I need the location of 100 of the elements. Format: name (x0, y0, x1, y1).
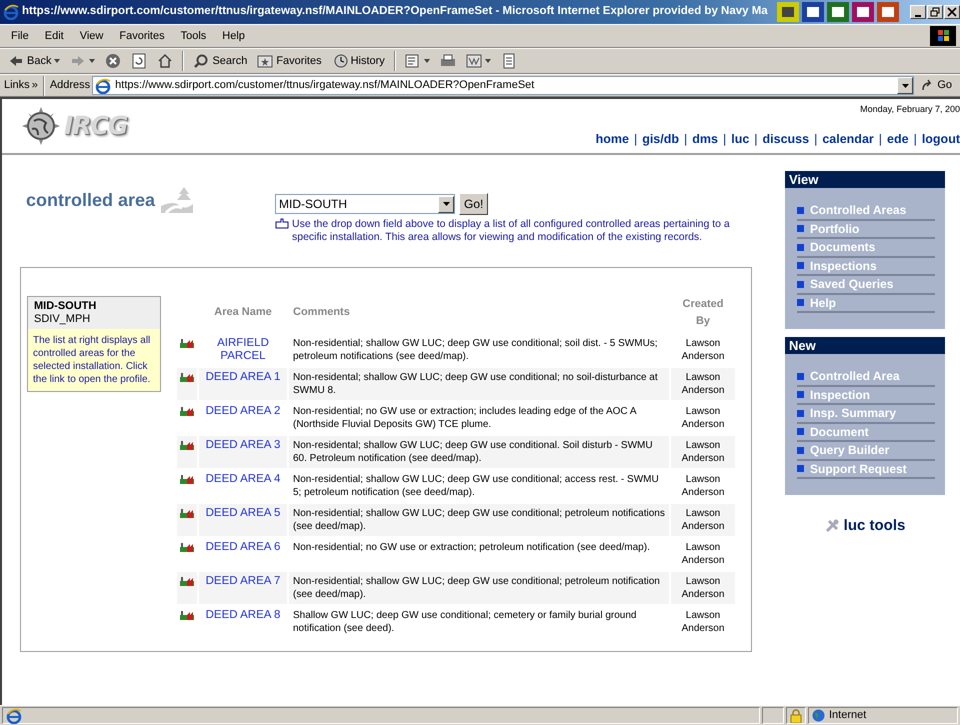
browser-icon (95, 78, 112, 94)
caret-icon (442, 202, 450, 206)
area-link[interactable]: AIRFIELD PARCEL (203, 337, 283, 363)
creator-text: Lawson Anderson (682, 406, 724, 430)
tools-icon (824, 519, 840, 534)
nav-separator: | (914, 131, 917, 148)
area-link[interactable]: DEED AREA 6 (206, 541, 280, 554)
lock-icon (790, 708, 802, 722)
back-button[interactable]: Back (4, 50, 64, 72)
close-icon (947, 7, 957, 17)
area-link[interactable]: DEED AREA 4 (206, 473, 280, 486)
caret-icon (54, 59, 60, 63)
comment-text: Non-residental; shallow GW LUC; deep GW use conditional. Soil disturb - SWMU 60. Petroleum notification (see deed/map). (293, 440, 653, 464)
factory-icon[interactable] (180, 610, 194, 620)
nav-link[interactable]: calendar (822, 130, 874, 149)
nav-separator: | (722, 131, 726, 148)
globe-logo-icon (20, 105, 62, 147)
search-button[interactable]: Search (189, 50, 252, 72)
installation-note: The list at right displays all controlled areas for the selected installation. Click the link to open the profile. (33, 335, 150, 385)
creator-text: Lawson Anderson (682, 508, 724, 532)
comment-text: Non-residential; shallow GW LUC; deep GW use conditional; soil dist. - 5 SWMUs; petroleum notifications (see deed/map). (293, 338, 658, 362)
menu-item[interactable]: Edit (38, 26, 71, 46)
comment-text: Non-residential; no GW use or extraction; includes leading edge of the AOC A (Northside Fluvial Deposits GW) TCE plume. (293, 406, 636, 430)
comment-text: Non-residential; shallow GW LUC; deep GW use conditional; petroleum notifications (see deed/map). (293, 508, 665, 532)
factory-icon[interactable] (180, 372, 194, 382)
dropdown-button[interactable] (438, 196, 454, 212)
factory-icon[interactable] (180, 542, 194, 552)
address-field[interactable]: https://www.sdirport.com/customer/ttnus/irgateway.nsf/MAINLOADER?OpenFrameSet (92, 76, 914, 95)
browser-icon (6, 708, 22, 724)
close-button[interactable] (944, 5, 960, 19)
go-button[interactable]: Go! (459, 193, 488, 215)
comment-text: Non-residential; shallow GW LUC; deep GW use conditional; petroleum notification (see deed/map). (293, 576, 660, 600)
logo-text: IRCG (64, 110, 128, 142)
nav-link[interactable]: ede (887, 130, 909, 149)
browser-icon (3, 4, 19, 20)
area-link[interactable]: DEED AREA 8 (206, 609, 280, 622)
creator-text: Lawson Anderson (682, 610, 724, 634)
nav-separator: | (754, 131, 758, 148)
factory-icon[interactable] (180, 576, 194, 586)
creator-text: Lawson Anderson (682, 576, 724, 600)
factory-icon[interactable] (180, 406, 194, 416)
factory-icon[interactable] (180, 440, 194, 450)
creator-text: Lawson Anderson (682, 542, 724, 566)
menu-item[interactable]: View (72, 26, 110, 46)
factory-icon[interactable] (180, 508, 194, 518)
comment-text: Shallow GW LUC; deep GW use conditional; cemetery or family burial ground notification (see deed). (293, 610, 636, 634)
chevron-button[interactable]: » (32, 77, 38, 94)
nav-link[interactable]: dms (692, 130, 718, 149)
area-link[interactable]: DEED AREA 2 (206, 405, 280, 418)
application-icon[interactable] (827, 2, 849, 22)
home-icon (157, 53, 174, 69)
restore-button[interactable] (927, 5, 943, 19)
help-text: Use the drop down field above to display a list of all configured controlled areas pertaining to a specific installation. This area allows for viewing and modification of the existing records. (292, 218, 731, 244)
application-icon[interactable] (877, 2, 899, 22)
comment-text: Non-residental; shallow GW LUC; deep GW use conditional; no soil-disturbance at SWMU 8. (293, 372, 658, 396)
history-button[interactable]: History (328, 50, 389, 72)
caret-icon (902, 84, 909, 88)
stop-icon (105, 53, 122, 69)
forward-arrow-icon (70, 53, 86, 69)
search-icon (193, 53, 210, 69)
printer-icon (440, 53, 456, 69)
section-title: controlled area (26, 188, 156, 212)
status-pane (762, 707, 784, 724)
menu-item[interactable]: Help (215, 26, 252, 46)
dropdown-button[interactable] (897, 77, 914, 94)
date-label: Monday, February 7, 200 (860, 103, 960, 116)
caret-icon (89, 59, 96, 63)
favorites-button[interactable]: Favorites (253, 50, 326, 72)
nav-link[interactable]: luc (731, 130, 750, 149)
menu-item[interactable]: Favorites (112, 26, 172, 46)
installation-select[interactable]: MID-SOUTH (275, 194, 455, 214)
nav-link[interactable]: gis/db (642, 130, 680, 149)
nav-separator: | (878, 131, 882, 148)
nav-link[interactable]: discuss (762, 130, 810, 149)
installation-name: MID-SOUTH (34, 300, 98, 313)
minimize-icon (915, 14, 921, 16)
go-button[interactable]: Go (916, 75, 956, 96)
globe-icon (812, 709, 825, 722)
application-icon[interactable] (852, 2, 874, 22)
factory-icon[interactable] (180, 474, 194, 484)
caret-icon (424, 59, 430, 63)
mail-icon (404, 53, 421, 69)
minimize-button[interactable] (910, 5, 926, 19)
comment-text: Non-residential; shallow GW LUC; deep GW use conditional; access rest. - SWMU 5; petroleum notification (see deed/map). (293, 474, 659, 498)
menu-item[interactable]: File (4, 26, 36, 46)
refresh-icon (131, 53, 148, 69)
installation-code: SDIV_MPH (34, 313, 92, 326)
links-label[interactable]: Links (4, 77, 30, 94)
panel-title: View (785, 171, 945, 188)
nav-link[interactable]: logout (922, 130, 960, 149)
document-icon (500, 53, 517, 69)
menu-item[interactable]: Tools (174, 26, 214, 46)
window-title: https://www.sdirport.com/customer/ttnus/irgateway.nsf/MAINLOADER?OpenFrameSet - Microsoft Internet Explorer provided by Navy Ma (22, 4, 769, 20)
creator-text: Lawson Anderson (682, 474, 724, 498)
history-icon (332, 53, 348, 69)
nav-link[interactable]: home (596, 130, 629, 149)
application-icon[interactable] (802, 2, 824, 22)
address-label: Address (50, 78, 90, 94)
column-header: Created By (682, 298, 724, 326)
factory-icon[interactable] (180, 338, 194, 348)
